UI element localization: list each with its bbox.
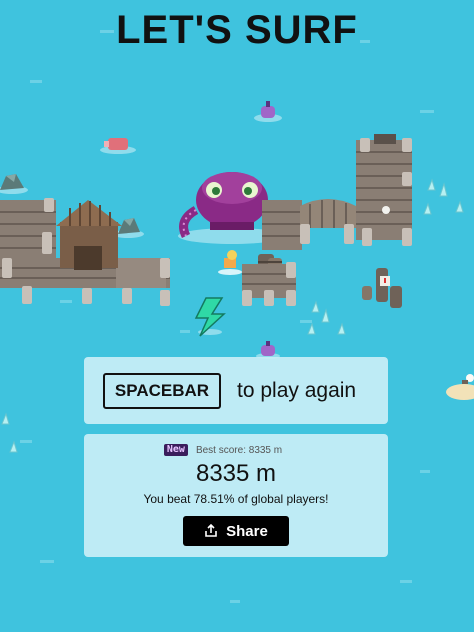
game-title: LET'S SURF bbox=[116, 8, 358, 52]
middle-dock bbox=[242, 262, 296, 306]
best-score-label: Best score: 8335 m bbox=[195, 444, 283, 456]
share-button[interactable]: Share bbox=[183, 516, 289, 546]
global-rank-text: You beat 78.51% of global players! bbox=[143, 492, 329, 506]
spacebar-key-button[interactable]: SPACEBAR bbox=[103, 373, 221, 409]
share-button-label: Share bbox=[226, 522, 268, 540]
best-score-row: New Best score: 8335 m bbox=[84, 444, 388, 456]
current-score: 8335 m bbox=[195, 460, 277, 487]
share-upload-icon bbox=[204, 524, 218, 538]
play-again-text: to play again bbox=[237, 379, 357, 402]
play-again-panel: SPACEBAR to play again bbox=[84, 357, 388, 424]
score-panel: New Best score: 8335 m 8335 m You beat 7… bbox=[84, 434, 388, 557]
new-badge: New bbox=[163, 444, 188, 456]
